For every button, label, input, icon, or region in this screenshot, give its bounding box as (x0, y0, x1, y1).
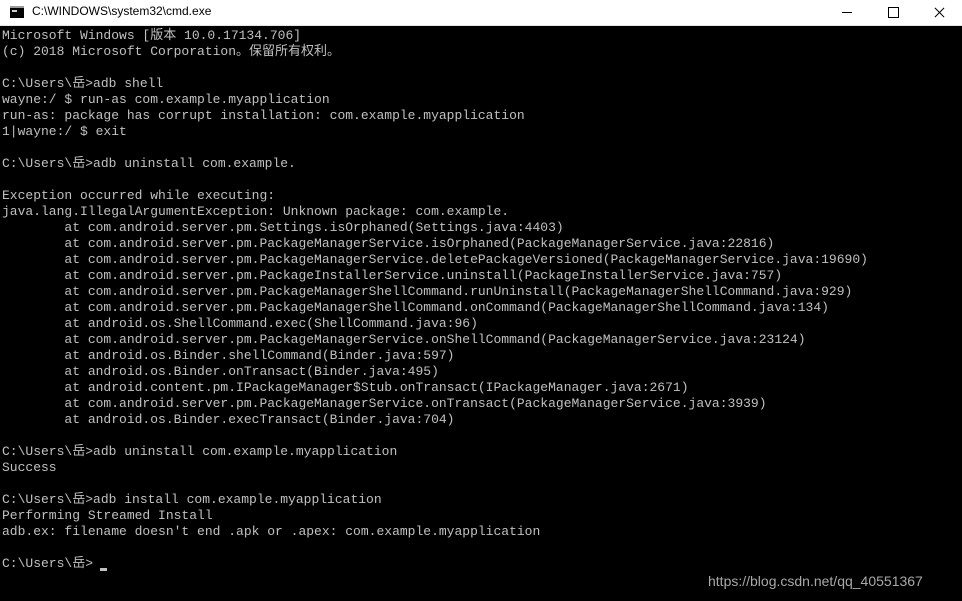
cmd-console-icon[interactable] (10, 6, 24, 18)
console-line: Exception occurred while executing: (2, 188, 276, 203)
title-bar[interactable]: C:\WINDOWS\system32\cmd.exe (0, 0, 962, 26)
close-icon[interactable] (916, 0, 962, 26)
console-line: at android.os.ShellCommand.exec(ShellCom… (2, 316, 478, 331)
console-line: java.lang.IllegalArgumentException: Unkn… (2, 204, 510, 219)
console-line: at com.android.server.pm.PackageManagerS… (2, 252, 868, 267)
console-line: 1|wayne:/ $ exit (2, 124, 127, 139)
window-title: C:\WINDOWS\system32\cmd.exe (32, 4, 212, 18)
minimize-icon[interactable] (824, 0, 870, 26)
console-line: at com.android.server.pm.PackageManagerS… (2, 396, 767, 411)
console-line: Microsoft Windows [版本 10.0.17134.706] (2, 28, 302, 43)
console-line: at android.os.Binder.onTransact(Binder.j… (2, 364, 439, 379)
console-line: wayne:/ $ run-as com.example.myapplicati… (2, 92, 330, 107)
console-line: run-as: package has corrupt installation… (2, 108, 525, 123)
console-line: at android.os.Binder.shellCommand(Binder… (2, 348, 455, 363)
console-line: at com.android.server.pm.PackageManagerS… (2, 284, 853, 299)
console-line: adb.ex: filename doesn't end .apk or .ap… (2, 524, 541, 539)
console-line: Performing Streamed Install (2, 508, 213, 523)
console-output[interactable]: Microsoft Windows [版本 10.0.17134.706] (c… (0, 27, 962, 601)
maximize-icon[interactable] (870, 0, 916, 26)
console-line: (c) 2018 Microsoft Corporation。保留所有权利。 (2, 44, 341, 59)
text-cursor (100, 568, 107, 571)
console-line: Success (2, 460, 57, 475)
console-line: at com.android.server.pm.PackageInstalle… (2, 268, 783, 283)
console-line: at com.android.server.pm.PackageManagerS… (2, 332, 806, 347)
watermark: https://blog.csdn.net/qq_40551367 (708, 573, 923, 589)
console-line: C:\Users\岳>adb install com.example.myapp… (2, 492, 382, 507)
console-prompt: C:\Users\岳> (2, 556, 94, 571)
console-line: at com.android.server.pm.Settings.isOrph… (2, 220, 564, 235)
console-line: at android.os.Binder.execTransact(Binder… (2, 412, 455, 427)
console-line: C:\Users\岳>adb uninstall com.example. (2, 156, 296, 171)
console-line: C:\Users\岳>adb uninstall com.example.mya… (2, 444, 398, 459)
console-line: at com.android.server.pm.PackageManagerS… (2, 236, 775, 251)
console-line: at com.android.server.pm.PackageManagerS… (2, 300, 829, 315)
console-line: C:\Users\岳>adb shell (2, 76, 164, 91)
console-line: at android.content.pm.IPackageManager$St… (2, 380, 689, 395)
